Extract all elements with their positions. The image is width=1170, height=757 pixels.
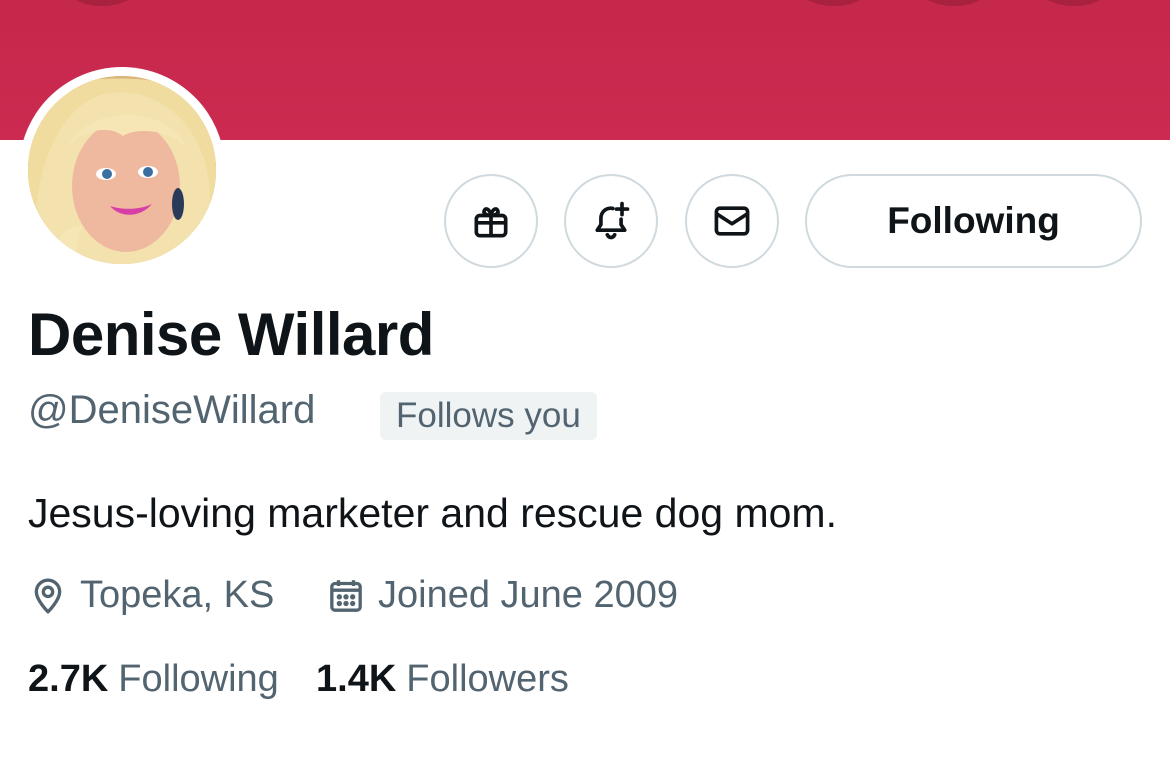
banner-top-control: [916, 0, 992, 6]
following-label: Following: [118, 658, 279, 700]
avatar-photo: [28, 76, 216, 264]
display-name: Denise Willard: [28, 301, 434, 368]
gift-icon: [474, 207, 508, 238]
calendar-icon: [330, 579, 362, 612]
location-pin-icon: [34, 578, 62, 613]
gift-button[interactable]: [444, 174, 538, 268]
following-button[interactable]: Following: [805, 174, 1142, 268]
followers-stat-link[interactable]: 1.4K Followers: [316, 658, 569, 701]
followers-count: 1.4K: [316, 658, 397, 700]
follows-you-badge: Follows you: [380, 392, 597, 440]
notifications-button[interactable]: [564, 174, 658, 268]
joined-text: Joined June 2009: [378, 574, 679, 616]
user-handle: @DeniseWillard: [28, 388, 316, 432]
location-text: Topeka, KS: [80, 574, 275, 616]
banner-top-control: [796, 0, 872, 6]
message-button[interactable]: [685, 174, 779, 268]
following-count: 2.7K: [28, 658, 109, 700]
following-stat-link[interactable]: 2.7K Following: [28, 658, 279, 701]
joined-item: Joined June 2009: [326, 574, 678, 617]
location-item: Topeka, KS: [28, 574, 274, 617]
bell-plus-icon: [595, 201, 630, 240]
envelope-icon: [714, 206, 750, 236]
avatar[interactable]: [28, 76, 216, 264]
profile-bio: Jesus-loving marketer and rescue dog mom…: [28, 490, 837, 536]
followers-label: Followers: [406, 658, 569, 700]
banner-top-control: [64, 0, 140, 6]
banner-top-control: [1036, 0, 1112, 6]
